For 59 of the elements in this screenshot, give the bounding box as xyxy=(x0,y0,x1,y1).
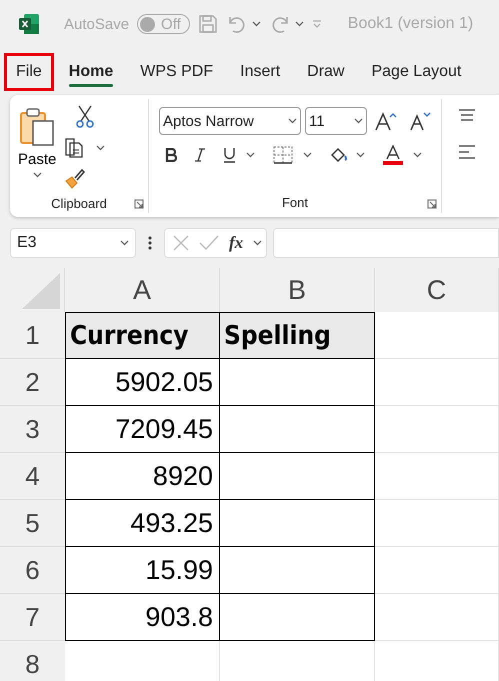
font-size-value: 11 xyxy=(309,112,325,130)
name-box[interactable]: E3 xyxy=(10,228,136,258)
increase-font-size-icon[interactable] xyxy=(375,111,397,131)
more-options-icon[interactable] xyxy=(148,236,152,250)
decrease-font-size-icon[interactable] xyxy=(409,111,431,131)
column-header[interactable]: B xyxy=(220,268,375,312)
table-cell: 7209.45 xyxy=(65,406,220,453)
table-cell: 5902.05 xyxy=(65,359,220,406)
italic-icon[interactable] xyxy=(195,148,205,162)
font-size-dropdown[interactable]: 11 xyxy=(305,107,367,135)
column-header[interactable]: C xyxy=(375,268,499,312)
ribbon-tab[interactable]: WPS PDF xyxy=(128,52,226,90)
ribbon-tab[interactable]: File xyxy=(4,52,54,90)
row-header[interactable]: 3 xyxy=(0,406,65,453)
clipboard-icon xyxy=(19,107,56,147)
paste-button[interactable]: Paste xyxy=(16,103,58,189)
row-header[interactable]: 8 xyxy=(0,641,65,681)
table-cell: 903.8 xyxy=(65,594,220,641)
caret-icon xyxy=(32,172,42,178)
borders-icon[interactable] xyxy=(273,146,312,164)
row-header[interactable]: 2 xyxy=(0,359,65,406)
table-cell: 8920 xyxy=(65,453,220,500)
bold-icon[interactable] xyxy=(165,148,177,162)
dialog-launcher-icon[interactable] xyxy=(427,199,437,209)
table-cell: 493.25 xyxy=(65,500,220,547)
ribbon-tab[interactable]: Draw xyxy=(295,52,356,90)
font-name-dropdown[interactable]: Aptos Narrow xyxy=(159,107,301,135)
underline-icon[interactable] xyxy=(223,147,255,163)
row-header[interactable]: 5 xyxy=(0,500,65,547)
caret-icon xyxy=(253,240,262,246)
caret-icon xyxy=(120,240,129,246)
formula-input-field[interactable] xyxy=(273,228,499,258)
group-label: Font xyxy=(282,194,308,210)
column-header[interactable]: A xyxy=(65,268,220,312)
ribbon-tab[interactable]: Page Layout xyxy=(359,52,474,90)
autosave-label: AutoSave xyxy=(64,16,130,32)
excel-logo-icon xyxy=(18,13,40,35)
font-name-value: Aptos Narrow xyxy=(163,112,254,130)
fill-color-icon[interactable] xyxy=(330,147,365,163)
caret-icon xyxy=(288,118,297,124)
table-cell: Spelling xyxy=(220,312,375,359)
name-box-value: E3 xyxy=(17,234,37,252)
document-title: Book1 (version 1) xyxy=(348,15,474,33)
ribbon-tab[interactable]: Home xyxy=(56,52,126,90)
font-color-icon[interactable] xyxy=(383,145,422,165)
group-label: Clipboard xyxy=(51,196,107,210)
row-header[interactable]: 4 xyxy=(0,453,65,500)
top-align-icon[interactable] xyxy=(458,109,476,123)
dialog-launcher-icon[interactable] xyxy=(134,199,144,209)
align-left-icon[interactable] xyxy=(458,145,476,159)
row-header[interactable]: 7 xyxy=(0,594,65,641)
ribbon-tab[interactable]: Insert xyxy=(228,52,292,90)
copy-icon[interactable] xyxy=(64,137,106,159)
table-cell: Currency xyxy=(65,312,220,359)
insert-function-button[interactable]: fx xyxy=(229,233,244,253)
row-header[interactable]: 6 xyxy=(0,547,65,594)
caret-icon xyxy=(354,118,363,124)
table-cell: 15.99 xyxy=(65,547,220,594)
row-header[interactable]: 1 xyxy=(0,312,65,359)
